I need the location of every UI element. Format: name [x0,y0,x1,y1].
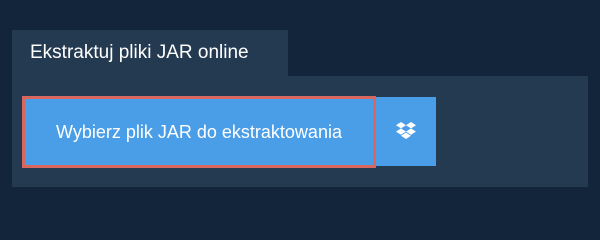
upload-panel: Wybierz plik JAR do ekstraktowania [12,76,588,187]
page: Ekstraktuj pliki JAR online Wybierz plik… [0,0,600,230]
dropbox-icon [396,122,416,139]
choose-file-button[interactable]: Wybierz plik JAR do ekstraktowania [22,96,376,168]
dropbox-button[interactable] [376,97,436,166]
tab-extract-jar[interactable]: Ekstraktuj pliki JAR online [12,30,288,76]
